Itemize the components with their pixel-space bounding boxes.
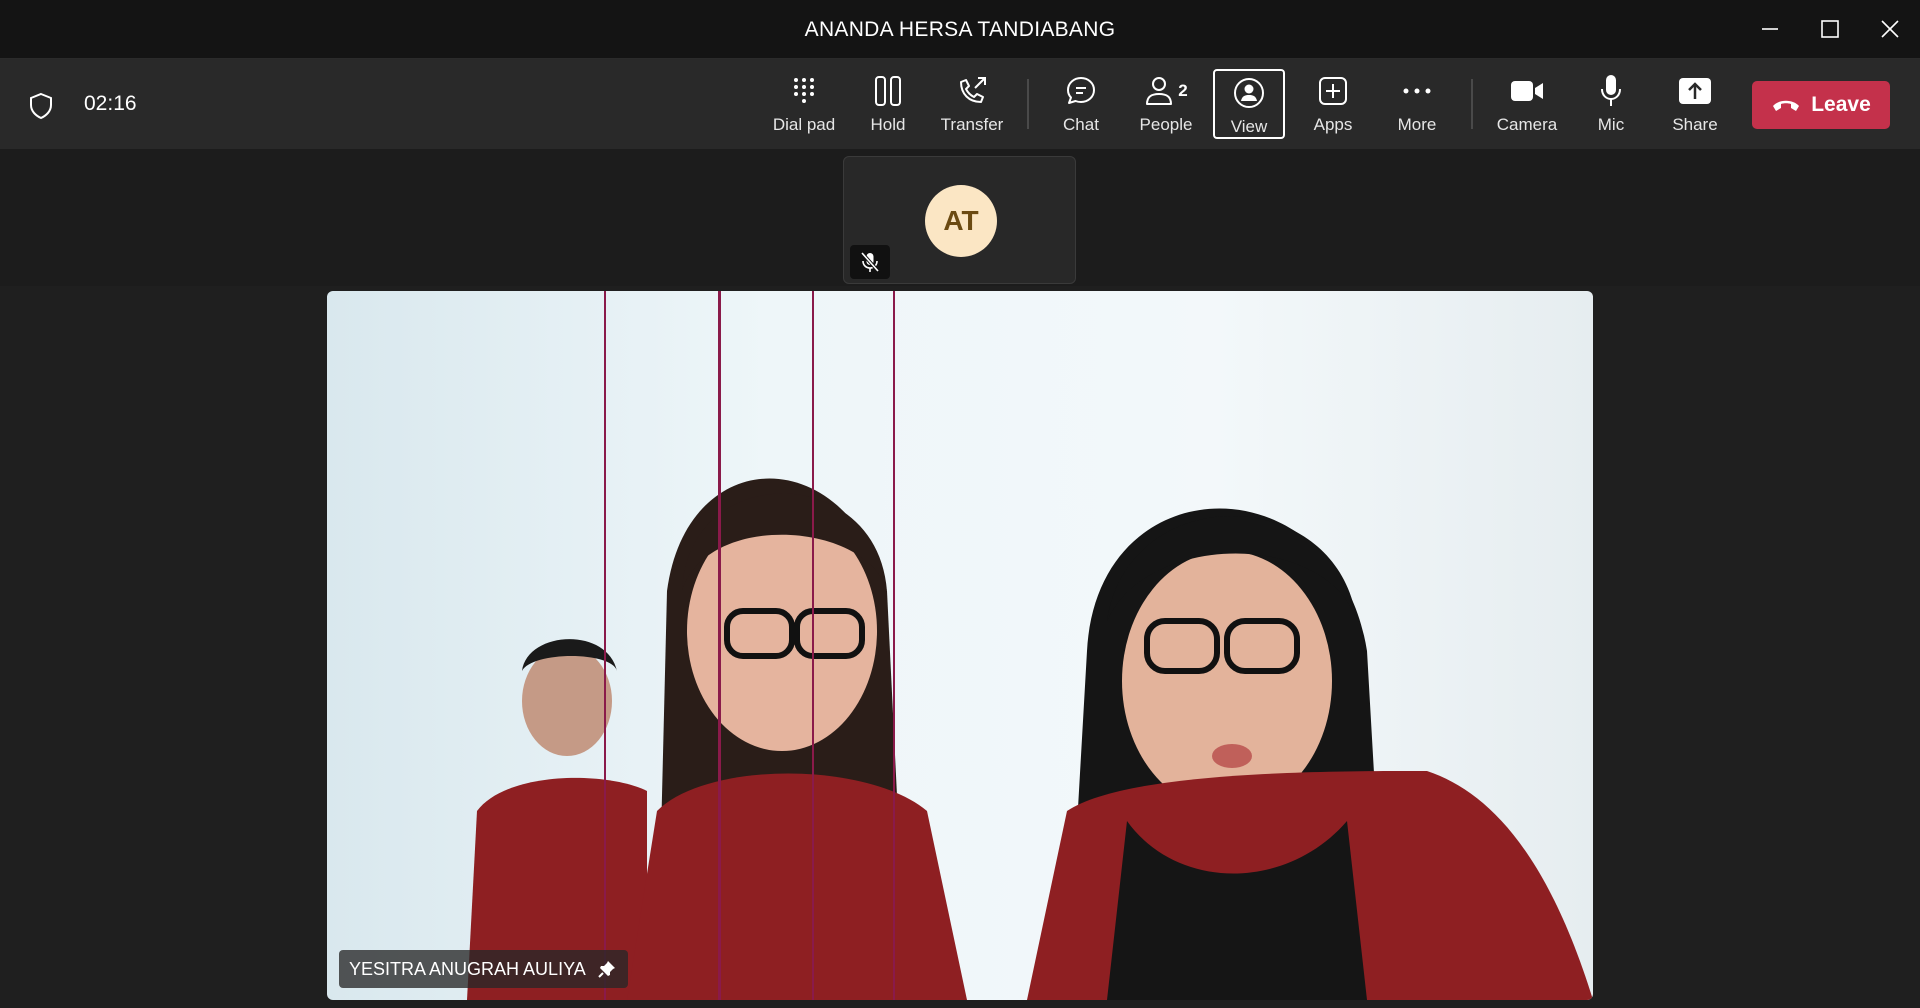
chat-icon (1067, 77, 1095, 104)
shield-icon[interactable] (26, 91, 56, 121)
apps-icon (1319, 77, 1347, 105)
people-button[interactable]: 2 People (1132, 69, 1200, 139)
muted-indicator (850, 245, 890, 279)
camera-label: Camera (1496, 115, 1558, 134)
pin-icon[interactable] (598, 960, 616, 978)
view-icon (1234, 78, 1264, 108)
participant-name-tag: YESITRA ANUGRAH AULIYA (339, 950, 628, 988)
apps-label: Apps (1313, 115, 1353, 134)
share-label: Share (1672, 115, 1718, 134)
dialpad-icon (794, 78, 814, 103)
mic-icon (1601, 75, 1621, 106)
meeting-toolbar: 02:16 Dial pad Hold Transfer Chat 2 Peop… (0, 59, 1920, 149)
more-button[interactable]: More (1384, 69, 1450, 139)
apps-button[interactable]: Apps (1301, 69, 1365, 139)
title-bar: ANANDA HERSA TANDIABANG (0, 0, 1920, 59)
maximize-button[interactable] (1800, 0, 1860, 58)
hold-label: Hold (870, 115, 906, 134)
transfer-icon (960, 77, 986, 103)
call-timer: 02:16 (84, 92, 137, 115)
camera-icon (1511, 81, 1543, 101)
camera-button[interactable]: Camera (1493, 69, 1561, 139)
view-button[interactable]: View (1213, 69, 1285, 139)
hold-icon (875, 76, 901, 106)
minimize-button[interactable] (1740, 0, 1800, 58)
transfer-button[interactable]: Transfer (935, 69, 1009, 139)
mic-label: Mic (1597, 115, 1625, 134)
window-title: ANANDA HERSA TANDIABANG (804, 18, 1116, 41)
share-button[interactable]: Share (1665, 69, 1725, 139)
more-label: More (1397, 115, 1437, 134)
leave-button[interactable]: Leave (1752, 81, 1890, 129)
view-label: View (1230, 117, 1268, 136)
dial-pad-button[interactable]: Dial pad (768, 69, 840, 139)
avatar: AT (925, 185, 997, 257)
close-button[interactable] (1860, 0, 1920, 58)
participant-name: YESITRA ANUGRAH AULIYA (349, 958, 586, 979)
participant-video[interactable]: YESITRA ANUGRAH AULIYA (327, 291, 1593, 1000)
maximize-icon (1821, 20, 1839, 38)
hold-button[interactable]: Hold (858, 69, 918, 139)
hangup-icon (1773, 100, 1800, 111)
mic-off-icon (860, 251, 880, 273)
chat-label: Chat (1063, 115, 1099, 134)
chat-button[interactable]: Chat (1049, 69, 1113, 139)
toolbar-divider (1471, 79, 1473, 129)
people-icon (1146, 77, 1173, 105)
people-label: People (1139, 115, 1193, 134)
video-frame (327, 291, 1593, 1000)
close-icon (1881, 20, 1899, 38)
people-count: 2 (1178, 81, 1188, 100)
more-icon (1403, 88, 1431, 94)
toolbar-divider (1027, 79, 1029, 129)
mic-button[interactable]: Mic (1582, 69, 1640, 139)
dial-pad-label: Dial pad (772, 115, 836, 134)
leave-label: Leave (1811, 93, 1871, 116)
minimize-icon (1762, 28, 1778, 30)
share-icon (1679, 78, 1711, 104)
transfer-label: Transfer (940, 115, 1004, 134)
self-video-tile[interactable]: AT (843, 156, 1076, 284)
